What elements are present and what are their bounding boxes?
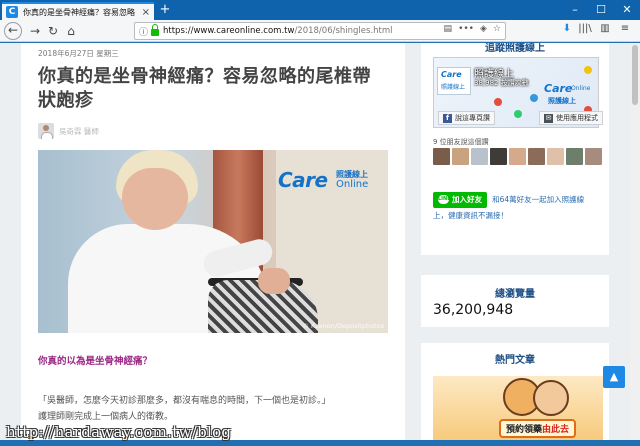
minimize-button[interactable]: – [562, 0, 588, 20]
hot-articles-widget: 熱門文章 預約領藥由此去 [421, 343, 609, 440]
friend-avatar[interactable] [547, 148, 564, 165]
info-icon[interactable]: ⓘ [139, 25, 149, 38]
cartoon-pharmacist-icon [533, 380, 569, 416]
line-link-text[interactable]: 和64萬好友一起加入照護線 [492, 195, 584, 204]
sidebar-icon[interactable]: ▥ [598, 23, 612, 34]
widget-title: 追蹤照護線上 [485, 43, 545, 54]
friend-avatar[interactable] [585, 148, 602, 165]
page-viewport: 2018年6月27日 星期三 你真的是坐骨神經痛？容易忽略的尾椎帶狀皰疹 吳奇霖… [0, 43, 630, 440]
article-paragraph: 護理師剛完成上一個病人的衛教。 [38, 412, 174, 422]
friend-avatar[interactable] [471, 148, 488, 165]
scrollbar-thumb[interactable] [632, 45, 638, 105]
facebook-page-logo[interactable]: Care 照護線上 [437, 67, 471, 95]
total-views-count: 36,200,948 [433, 302, 514, 318]
page-actions-icon[interactable]: ••• [458, 24, 474, 34]
friend-avatars [433, 148, 602, 165]
vertical-scrollbar[interactable] [630, 43, 640, 440]
home-button[interactable]: ⌂ [62, 22, 80, 40]
pocket-icon[interactable]: ◈ [480, 24, 487, 34]
url-host: https://www.careonline.com.tw [163, 26, 295, 36]
follow-widget: 追蹤照護線上 Care 照護線上 照護線上 38,982 按讚次數 Care O… [421, 43, 609, 255]
watermark-text: http://hardaway.com.tw/blog [6, 423, 232, 441]
author-info[interactable]: 吳奇霖 醫師 [38, 123, 99, 139]
address-bar[interactable]: ⓘ https://www.careonline.com.tw/2018/06/… [134, 22, 506, 40]
favicon-icon: C [6, 6, 18, 18]
line-add-friend-button[interactable]: LINE 加入好友 [433, 191, 487, 208]
back-button[interactable]: ← [4, 22, 22, 40]
facebook-icon: f [443, 113, 452, 123]
use-app-button[interactable]: ✉ 使用應用程式 [539, 111, 603, 125]
widget-title: 熱門文章 [495, 355, 535, 366]
facebook-like-count: 38,982 按讚次數 [474, 79, 529, 87]
facebook-like-button[interactable]: f 說這專頁讚 [438, 111, 495, 125]
total-views-widget: 總瀏覽量 36,200,948 [421, 275, 609, 327]
author-name[interactable]: 吳奇霖 醫師 [59, 126, 99, 137]
pharmacy-banner[interactable]: 預約領藥由此去 [433, 376, 603, 440]
reload-button[interactable]: ↻ [44, 22, 62, 40]
tab-title: 你真的是坐骨神經痛？容易忽略 [23, 7, 135, 17]
article-card: 2018年6月27日 星期三 你真的是坐骨神經痛？容易忽略的尾椎帶狀皰疹 吳奇霖… [21, 43, 405, 440]
friend-avatar[interactable] [452, 148, 469, 165]
url-path: /2018/06/shingles.html [294, 26, 393, 36]
tab-bar: C 你真的是坐骨神經痛？容易忽略 × + – ☐ ✕ [0, 0, 640, 20]
article-title: 你真的是坐骨神經痛？容易忽略的尾椎帶狀皰疹 [38, 66, 371, 111]
friend-avatar[interactable] [433, 148, 450, 165]
line-link-text[interactable]: 上，健康資訊不漏接！ [433, 210, 508, 221]
author-avatar[interactable] [38, 123, 54, 139]
new-tab-button[interactable]: + [158, 2, 172, 18]
menu-icon[interactable]: ≡ [618, 23, 632, 34]
friend-avatar[interactable] [509, 148, 526, 165]
bookmark-star-icon[interactable]: ☆ [493, 24, 501, 34]
photo-credit: © Kzenon/Depositphotos [302, 322, 384, 330]
hero-image: Care 照護線上 Online © Kzenon/Depositphotos [38, 150, 388, 333]
article-paragraph: 「吳醫師，怎麼今天初診那麼多，都沒有喘息的時間，下一個也是初診。」 [38, 396, 331, 406]
messenger-icon: ✉ [544, 113, 553, 123]
close-window-button[interactable]: ✕ [614, 0, 640, 20]
friend-avatar[interactable] [566, 148, 583, 165]
tab-close-icon[interactable]: × [142, 7, 150, 18]
article-subheading: 你真的以為是坐骨神經痛？ [38, 356, 153, 367]
line-icon: LINE [438, 195, 451, 204]
friend-avatar[interactable] [490, 148, 507, 165]
reader-view-icon[interactable]: ▤ [444, 24, 453, 34]
download-icon[interactable]: ⬇ [560, 23, 574, 34]
browser-tab[interactable]: C 你真的是坐骨神經痛？容易忽略 × [2, 2, 154, 20]
forward-button[interactable]: → [26, 22, 44, 40]
navigation-toolbar: ← → ↻ ⌂ ⓘ https://www.careonline.com.tw /… [0, 20, 640, 42]
lock-icon[interactable] [151, 23, 159, 36]
article-date: 2018年6月27日 星期三 [38, 49, 119, 58]
friend-avatar[interactable] [528, 148, 545, 165]
banner-text[interactable]: 預約領藥由此去 [499, 419, 577, 438]
widget-title: 總瀏覽量 [495, 289, 535, 300]
care-online-logo: Care 照護線上 Online [278, 168, 369, 192]
library-icon[interactable]: |||\ [578, 23, 592, 34]
friends-like-text: 9 位朋友說這個讚 [433, 138, 489, 146]
maximize-button[interactable]: ☐ [588, 0, 614, 20]
line-follow-row: LINE 加入好友 和64萬好友一起加入照護線 [433, 189, 603, 208]
back-to-top-button[interactable]: ▲ [603, 366, 625, 388]
